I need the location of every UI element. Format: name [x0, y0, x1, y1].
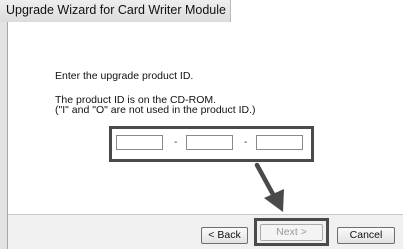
- back-button[interactable]: < Back: [201, 227, 248, 244]
- cancel-button[interactable]: Cancel: [337, 227, 395, 244]
- wizard-window: Upgrade Wizard for Card Writer Module En…: [0, 0, 403, 249]
- product-id-field-1[interactable]: [116, 135, 163, 150]
- title-bar: Upgrade Wizard for Card Writer Module: [0, 0, 231, 23]
- down-right-arrow-icon: [254, 162, 284, 212]
- next-button[interactable]: Next >: [260, 224, 323, 241]
- product-id-note-text: ("I" and "O" are not used in the product…: [55, 104, 256, 116]
- product-id-field-3[interactable]: [256, 135, 303, 150]
- product-id-group: - -: [109, 126, 314, 162]
- product-id-separator-2: -: [244, 137, 248, 148]
- window-frame-left: [0, 22, 8, 249]
- product-id-separator-1: -: [174, 137, 178, 148]
- title-bar-background: [231, 0, 403, 22]
- window-title: Upgrade Wizard for Card Writer Module: [6, 3, 226, 17]
- product-id-field-2[interactable]: [186, 135, 233, 150]
- instruction-text: Enter the upgrade product ID.: [55, 70, 194, 82]
- next-button-highlight: Next >: [254, 218, 329, 246]
